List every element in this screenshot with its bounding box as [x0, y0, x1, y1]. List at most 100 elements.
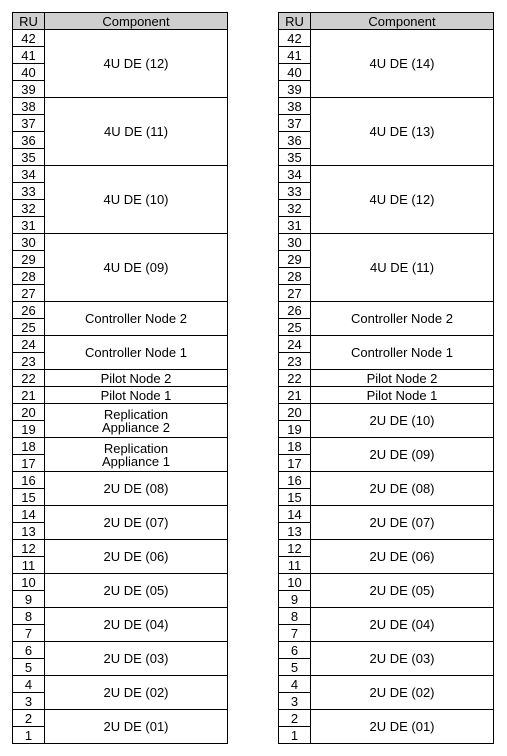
ru-cell: 12 — [279, 540, 311, 557]
ru-cell: 10 — [279, 574, 311, 591]
ru-cell: 14 — [279, 506, 311, 523]
table-row: 162U DE (08) — [13, 472, 228, 489]
table-row: 142U DE (07) — [279, 506, 494, 523]
ru-cell: 16 — [13, 472, 45, 489]
component-cell: 2U DE (10) — [311, 404, 494, 438]
component-cell: 2U DE (07) — [311, 506, 494, 540]
component-cell: ReplicationAppliance 2 — [45, 404, 228, 438]
table-row: 62U DE (03) — [279, 642, 494, 659]
header-ru: RU — [13, 13, 45, 30]
table-row: 182U DE (09) — [279, 438, 494, 455]
ru-cell: 27 — [279, 285, 311, 302]
ru-cell: 7 — [13, 625, 45, 642]
component-cell: 4U DE (12) — [311, 166, 494, 234]
ru-cell: 3 — [279, 693, 311, 710]
ru-cell: 10 — [13, 574, 45, 591]
component-cell: 2U DE (03) — [45, 642, 228, 676]
component-cell: Controller Node 2 — [45, 302, 228, 336]
ru-cell: 27 — [13, 285, 45, 302]
ru-cell: 21 — [279, 387, 311, 404]
ru-cell: 36 — [13, 132, 45, 149]
ru-cell: 21 — [13, 387, 45, 404]
component-cell: Pilot Node 2 — [311, 370, 494, 387]
table-row: 102U DE (05) — [279, 574, 494, 591]
ru-cell: 18 — [279, 438, 311, 455]
ru-cell: 23 — [279, 353, 311, 370]
ru-cell: 42 — [279, 30, 311, 47]
ru-cell: 17 — [13, 455, 45, 472]
rack-layout-page: RU Component 424U DE (12)414039384U DE (… — [12, 12, 495, 744]
ru-cell: 37 — [13, 115, 45, 132]
table-row: 384U DE (11) — [13, 98, 228, 115]
ru-cell: 31 — [13, 217, 45, 234]
table-row: 18ReplicationAppliance 1 — [13, 438, 228, 455]
component-cell: 2U DE (07) — [45, 506, 228, 540]
component-cell: Controller Node 1 — [45, 336, 228, 370]
ru-cell: 37 — [279, 115, 311, 132]
table-row: 22U DE (01) — [13, 710, 228, 727]
table-row: 20ReplicationAppliance 2 — [13, 404, 228, 421]
component-cell: 2U DE (06) — [311, 540, 494, 574]
ru-cell: 23 — [13, 353, 45, 370]
ru-cell: 24 — [13, 336, 45, 353]
ru-cell: 5 — [13, 659, 45, 676]
ru-cell: 13 — [279, 523, 311, 540]
component-cell: 4U DE (13) — [311, 98, 494, 166]
ru-cell: 38 — [279, 98, 311, 115]
ru-cell: 25 — [279, 319, 311, 336]
component-cell: 2U DE (01) — [311, 710, 494, 744]
ru-cell: 1 — [279, 727, 311, 744]
table-row: 304U DE (09) — [13, 234, 228, 251]
ru-cell: 7 — [279, 625, 311, 642]
ru-cell: 31 — [279, 217, 311, 234]
table-row: 82U DE (04) — [279, 608, 494, 625]
ru-cell: 1 — [13, 727, 45, 744]
ru-cell: 30 — [279, 234, 311, 251]
component-cell: Controller Node 2 — [311, 302, 494, 336]
table-row: 102U DE (05) — [13, 574, 228, 591]
component-cell: Pilot Node 1 — [45, 387, 228, 404]
rack-table-right: RU Component 424U DE (14)414039384U DE (… — [278, 12, 494, 744]
ru-cell: 29 — [13, 251, 45, 268]
component-cell: Controller Node 1 — [311, 336, 494, 370]
ru-cell: 28 — [279, 268, 311, 285]
ru-cell: 32 — [279, 200, 311, 217]
table-row: 22Pilot Node 2 — [279, 370, 494, 387]
component-cell: Pilot Node 1 — [311, 387, 494, 404]
table-row: 26Controller Node 2 — [279, 302, 494, 319]
ru-cell: 9 — [13, 591, 45, 608]
ru-cell: 42 — [13, 30, 45, 47]
ru-cell: 2 — [13, 710, 45, 727]
ru-cell: 5 — [279, 659, 311, 676]
ru-cell: 20 — [13, 404, 45, 421]
table-row: 122U DE (06) — [279, 540, 494, 557]
table-row: 344U DE (10) — [13, 166, 228, 183]
table-row: 22Pilot Node 2 — [13, 370, 228, 387]
component-cell: 2U DE (02) — [311, 676, 494, 710]
table-row: 202U DE (10) — [279, 404, 494, 421]
ru-cell: 11 — [279, 557, 311, 574]
ru-cell: 29 — [279, 251, 311, 268]
ru-cell: 8 — [279, 608, 311, 625]
ru-cell: 14 — [13, 506, 45, 523]
table-row: 424U DE (12) — [13, 30, 228, 47]
component-cell: 2U DE (05) — [45, 574, 228, 608]
component-cell: 2U DE (09) — [311, 438, 494, 472]
ru-cell: 41 — [279, 47, 311, 64]
component-cell: ReplicationAppliance 1 — [45, 438, 228, 472]
ru-cell: 15 — [13, 489, 45, 506]
ru-cell: 30 — [13, 234, 45, 251]
table-row: 344U DE (12) — [279, 166, 494, 183]
ru-cell: 9 — [279, 591, 311, 608]
ru-cell: 39 — [279, 81, 311, 98]
table-row: 22U DE (01) — [279, 710, 494, 727]
table-row: 122U DE (06) — [13, 540, 228, 557]
ru-cell: 20 — [279, 404, 311, 421]
rack-table-left-body: 424U DE (12)414039384U DE (11)373635344U… — [13, 30, 228, 744]
component-cell: 4U DE (11) — [45, 98, 228, 166]
header-component: Component — [311, 13, 494, 30]
ru-cell: 34 — [279, 166, 311, 183]
header-ru: RU — [279, 13, 311, 30]
component-cell: 2U DE (04) — [311, 608, 494, 642]
table-row: 424U DE (14) — [279, 30, 494, 47]
